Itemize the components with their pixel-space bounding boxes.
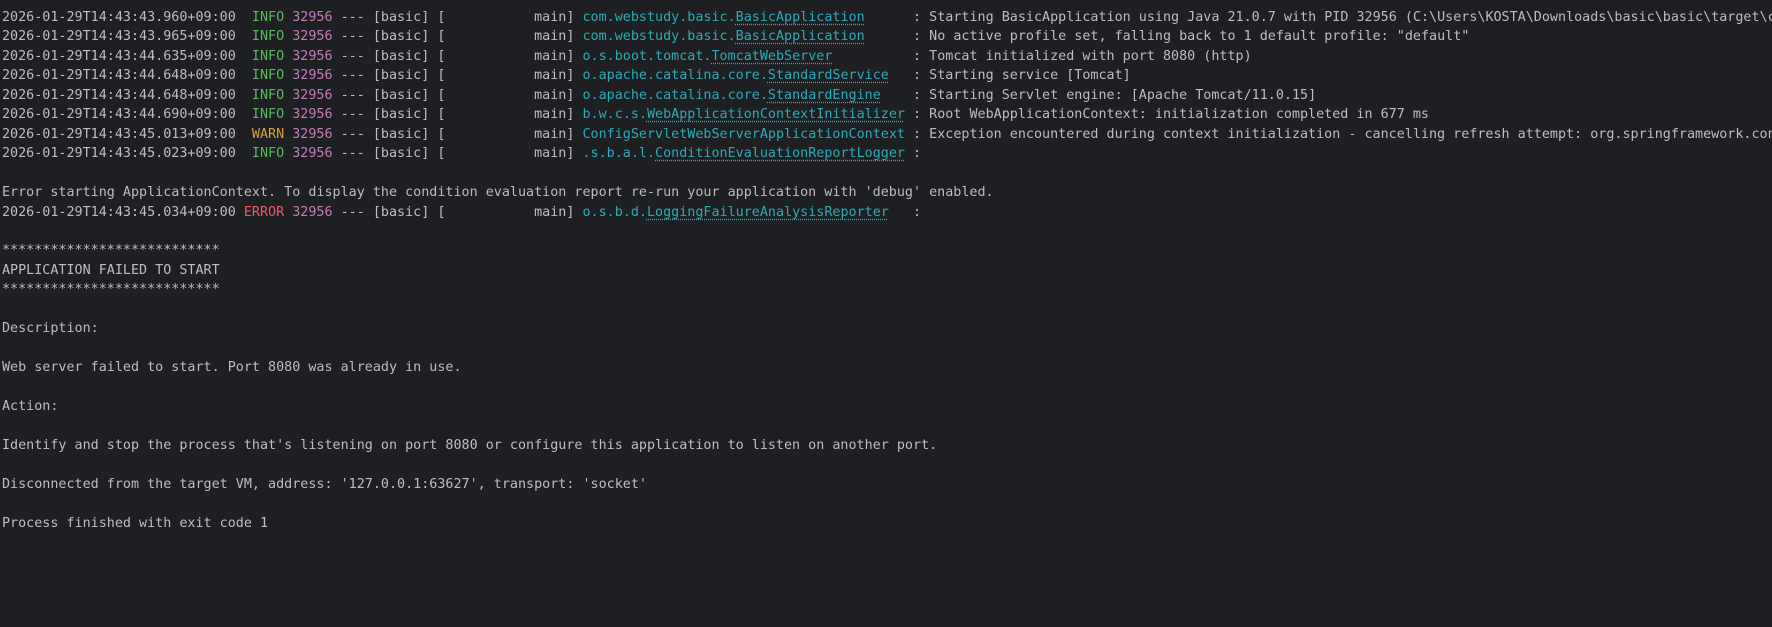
log-thread: [ main] xyxy=(437,205,575,220)
description-text: Web server failed to start. Port 8080 wa… xyxy=(2,360,462,375)
log-logger-prefix: o.s.boot.tomcat. xyxy=(582,49,712,64)
log-separator: --- xyxy=(340,10,365,25)
banner-stars-top: *************************** xyxy=(2,243,220,258)
log-pid: 32956 xyxy=(292,49,333,64)
log-thread: [ main] xyxy=(437,146,575,161)
log-message: : No active profile set, falling back to… xyxy=(913,29,1470,44)
log-logger-class-link[interactable]: TomcatWebServer xyxy=(711,49,832,64)
exit-text: Process finished with exit code 1 xyxy=(2,516,269,531)
log-logger-prefix: com.webstudy.basic. xyxy=(582,29,736,44)
log-message: : xyxy=(913,146,922,161)
log-logger-prefix: com.webstudy.basic. xyxy=(582,10,736,25)
log-logger-class-link[interactable]: StandardEngine xyxy=(768,88,881,103)
log-line: 2026-01-29T14:43:45.023+09:00 INFO 32956… xyxy=(2,143,921,165)
log-app-name: [basic] xyxy=(372,88,430,103)
error-context-line: Error starting ApplicationContext. To di… xyxy=(2,185,994,200)
log-timestamp: 2026-01-29T14:43:43.965+09:00 xyxy=(2,29,236,44)
log-thread: [ main] xyxy=(437,29,575,44)
log-separator: --- xyxy=(340,29,365,44)
run-console-output[interactable]: 2026-01-29T14:43:43.960+09:00 INFO 32956… xyxy=(0,0,1772,627)
log-level: INFO xyxy=(251,146,285,161)
log-logger-class-link[interactable]: BasicApplication xyxy=(736,10,865,25)
action-text: Identify and stop the process that's lis… xyxy=(2,438,938,453)
log-line: 2026-01-29T14:43:45.034+09:00 ERROR 3295… xyxy=(2,202,921,224)
log-app-name: [basic] xyxy=(372,29,430,44)
log-logger-prefix: o.s.b.d. xyxy=(582,205,647,220)
log-thread: [ main] xyxy=(437,49,575,64)
log-message: : Exception encountered during context i… xyxy=(913,127,1772,142)
banner-stars-bottom: *************************** xyxy=(2,282,220,297)
log-app-name: [basic] xyxy=(372,49,430,64)
log-level: ERROR xyxy=(243,205,285,220)
log-timestamp: 2026-01-29T14:43:44.648+09:00 xyxy=(2,68,236,83)
log-level: INFO xyxy=(251,68,285,83)
log-thread: [ main] xyxy=(437,10,575,25)
log-logger-prefix: .s.b.a.l. xyxy=(582,146,656,161)
log-level: WARN xyxy=(251,127,285,142)
log-separator: --- xyxy=(340,88,365,103)
log-message: : Starting BasicApplication using Java 2… xyxy=(913,10,1772,25)
log-app-name: [basic] xyxy=(372,107,430,122)
log-logger-prefix: b.w.c.s. xyxy=(582,107,647,122)
log-pid: 32956 xyxy=(292,146,333,161)
log-separator: --- xyxy=(340,68,365,83)
log-message: : Starting service [Tomcat] xyxy=(913,68,1131,83)
log-message: : xyxy=(913,205,922,220)
log-timestamp: 2026-01-29T14:43:44.690+09:00 xyxy=(2,107,236,122)
log-separator: --- xyxy=(340,205,365,220)
log-pid: 32956 xyxy=(292,127,333,142)
action-label: Action: xyxy=(2,399,59,414)
log-timestamp: 2026-01-29T14:43:44.635+09:00 xyxy=(2,49,236,64)
log-separator: --- xyxy=(340,146,365,161)
log-logger-prefix: o.apache.catalina.core. xyxy=(582,88,768,103)
log-logger-class-link[interactable]: WebApplicationContextInitializer xyxy=(647,107,905,122)
log-logger-class-link[interactable]: ConditionEvaluationReportLogger xyxy=(655,146,905,161)
log-app-name: [basic] xyxy=(372,10,430,25)
log-pid: 32956 xyxy=(292,10,333,25)
log-pid: 32956 xyxy=(292,29,333,44)
log-pid: 32956 xyxy=(292,68,333,83)
log-pid: 32956 xyxy=(292,205,333,220)
log-separator: --- xyxy=(340,127,365,142)
log-message: : Root WebApplicationContext: initializa… xyxy=(913,107,1429,122)
log-separator: --- xyxy=(340,49,365,64)
disconnected-text: Disconnected from the target VM, address… xyxy=(2,477,647,492)
log-app-name: [basic] xyxy=(372,127,430,142)
log-app-name: [basic] xyxy=(372,205,430,220)
log-separator: --- xyxy=(340,107,365,122)
log-timestamp: 2026-01-29T14:43:45.013+09:00 xyxy=(2,127,236,142)
log-level: INFO xyxy=(251,29,285,44)
log-level: INFO xyxy=(251,49,285,64)
log-pid: 32956 xyxy=(292,107,333,122)
log-timestamp: 2026-01-29T14:43:43.960+09:00 xyxy=(2,10,236,25)
log-message: : Starting Servlet engine: [Apache Tomca… xyxy=(913,88,1317,103)
log-logger-class-link[interactable]: BasicApplication xyxy=(736,29,865,44)
log-thread: [ main] xyxy=(437,127,575,142)
description-label: Description: xyxy=(2,321,99,336)
log-logger-prefix: o.apache.catalina.core. xyxy=(582,68,768,83)
log-logger-prefix: ConfigServletWebServerApplicationContext xyxy=(582,127,905,142)
log-thread: [ main] xyxy=(437,88,575,103)
log-level: INFO xyxy=(251,88,285,103)
log-app-name: [basic] xyxy=(372,68,430,83)
log-logger-class-link[interactable]: StandardService xyxy=(768,68,889,83)
log-level: INFO xyxy=(251,10,285,25)
log-line: 2026-01-29T14:43:44.648+09:00 INFO 32956… xyxy=(2,65,1131,87)
log-timestamp: 2026-01-29T14:43:45.034+09:00 xyxy=(2,205,236,220)
log-line: 2026-01-29T14:43:44.690+09:00 INFO 32956… xyxy=(2,104,1429,126)
log-thread: [ main] xyxy=(437,107,575,122)
log-app-name: [basic] xyxy=(372,146,430,161)
log-pid: 32956 xyxy=(292,88,333,103)
log-message: : Tomcat initialized with port 8080 (htt… xyxy=(913,49,1252,64)
log-timestamp: 2026-01-29T14:43:44.648+09:00 xyxy=(2,88,236,103)
log-level: INFO xyxy=(251,107,285,122)
log-timestamp: 2026-01-29T14:43:45.023+09:00 xyxy=(2,146,236,161)
log-logger-class-link[interactable]: LoggingFailureAnalysisReporter xyxy=(647,205,889,220)
log-thread: [ main] xyxy=(437,68,575,83)
log-line: 2026-01-29T14:43:43.965+09:00 INFO 32956… xyxy=(2,26,1469,48)
